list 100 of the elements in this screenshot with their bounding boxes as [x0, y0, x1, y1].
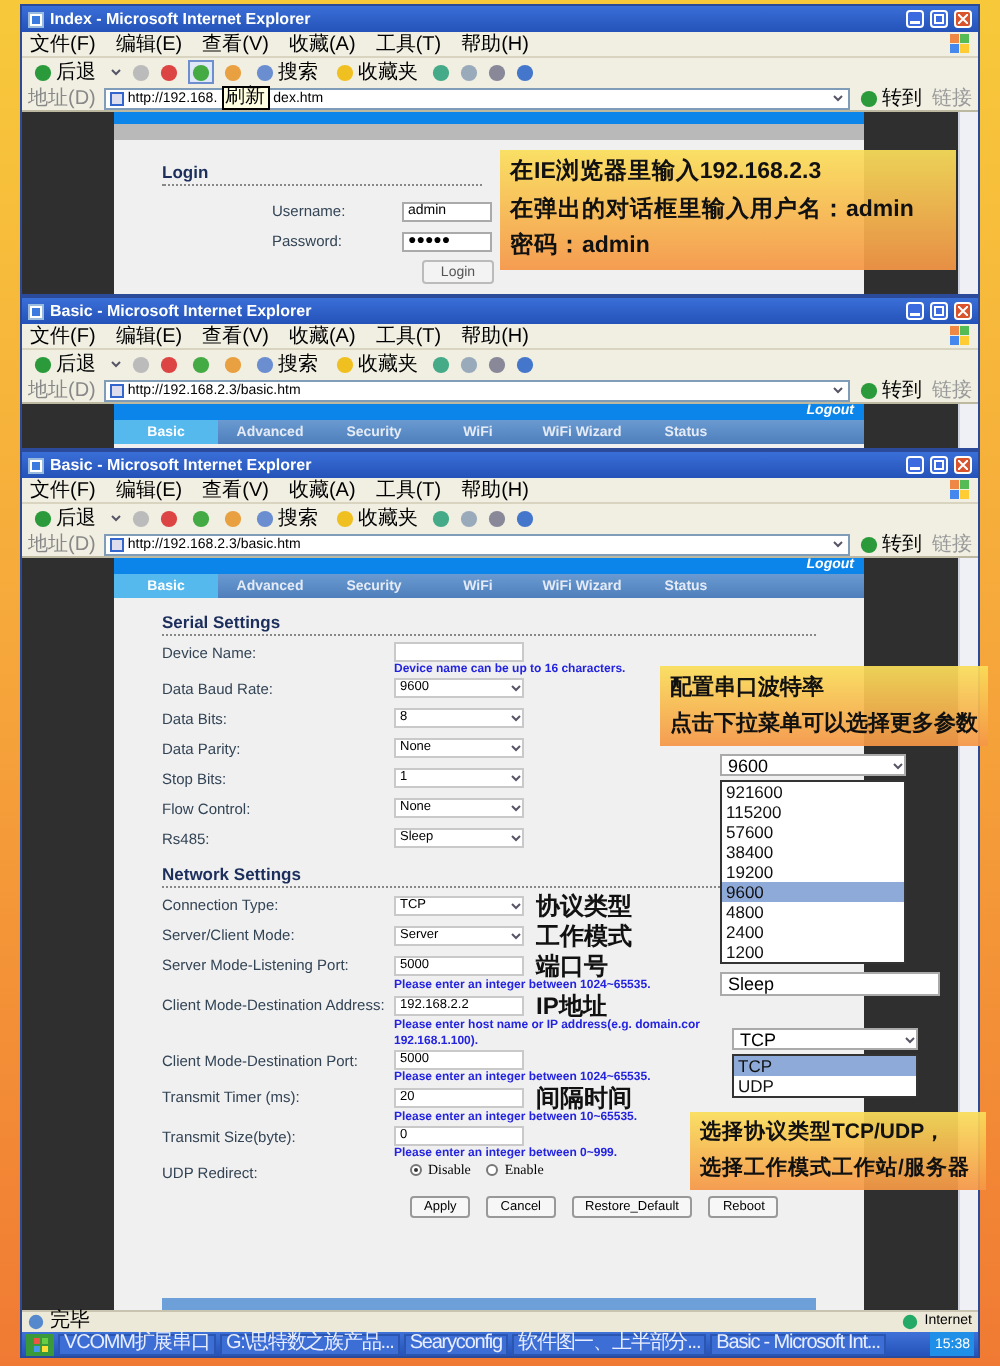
- menu-item[interactable]: 文件(F): [30, 325, 96, 347]
- caret-icon: [510, 682, 522, 694]
- windows-logo-icon: [33, 1337, 47, 1351]
- taskbar-item[interactable]: Basic - Microsoft Int...: [710, 1333, 886, 1355]
- address-label: 地址(D): [28, 379, 96, 401]
- minimize-button[interactable]: [906, 456, 924, 474]
- window-title: Index - Microsoft Internet Explorer: [50, 10, 313, 28]
- menu-item[interactable]: 编辑(E): [115, 325, 183, 347]
- select-field[interactable]: Sleep: [720, 972, 940, 996]
- dropdown-field[interactable]: TCP: [732, 1028, 918, 1050]
- refresh-button[interactable]: [188, 60, 214, 84]
- dropdown-option[interactable]: 2400: [722, 922, 904, 942]
- close-button[interactable]: [954, 10, 972, 28]
- back-button[interactable]: 后退: [30, 506, 100, 530]
- caret-icon: [904, 1033, 916, 1045]
- status-text: 完毕: [50, 1312, 90, 1332]
- go-button[interactable]: 转到: [858, 379, 924, 401]
- search-button[interactable]: 搜索: [252, 352, 322, 376]
- menu-item[interactable]: 查看(V): [202, 325, 269, 347]
- flag-logo-icon: [950, 34, 970, 54]
- search-button[interactable]: 搜索: [252, 60, 322, 84]
- maximize-icon: [934, 14, 944, 24]
- taskbar-item[interactable]: 软件图一、上半部分...: [512, 1333, 707, 1355]
- menu-item[interactable]: 收藏(A): [288, 33, 356, 55]
- caret-icon: [510, 930, 522, 942]
- annotation-text: 配置串口波特率: [670, 674, 826, 702]
- menu-item[interactable]: 查看(V): [202, 479, 269, 501]
- close-icon: [958, 460, 968, 470]
- caret-icon: [832, 92, 844, 104]
- close-icon: [958, 306, 968, 316]
- refresh-button[interactable]: [188, 506, 214, 530]
- dropdown-option[interactable]: 9600: [722, 882, 904, 902]
- caret-icon: [510, 832, 522, 844]
- annotation-label: 间隔时间: [536, 1086, 632, 1110]
- maximize-icon: [934, 306, 944, 316]
- favorites-button[interactable]: 收藏夹: [332, 352, 422, 376]
- caret-icon: [510, 742, 522, 754]
- refresh-button[interactable]: [188, 352, 214, 376]
- annotation-label: 工作模式: [536, 924, 632, 948]
- maximize-button[interactable]: [930, 10, 948, 28]
- caret-icon: [110, 512, 122, 524]
- menu-item[interactable]: 文件(F): [30, 479, 96, 501]
- annotation-text: 在弹出的对话框里输入用户名：admin: [510, 195, 916, 224]
- browser-icon: [28, 457, 44, 473]
- menu-item[interactable]: 工具(T): [375, 479, 442, 501]
- dropdown-option[interactable]: 1200: [722, 942, 904, 962]
- favorites-button[interactable]: 收藏夹: [332, 60, 422, 84]
- menu-item[interactable]: 帮助(H): [461, 325, 529, 347]
- caret-icon: [510, 900, 522, 912]
- close-button[interactable]: [954, 456, 972, 474]
- minimize-button[interactable]: [906, 10, 924, 28]
- menu-item[interactable]: 收藏(A): [288, 325, 356, 347]
- maximize-icon: [934, 460, 944, 470]
- minimize-button[interactable]: [906, 302, 924, 320]
- taskbar-item[interactable]: G:\思特数之族产品...: [219, 1333, 400, 1355]
- annotation-label: 端口号: [536, 954, 608, 978]
- close-button[interactable]: [954, 302, 972, 320]
- menu-item[interactable]: 编辑(E): [115, 33, 183, 55]
- input-field[interactable]: [394, 642, 524, 662]
- caret-icon: [510, 712, 522, 724]
- menu-item[interactable]: 帮助(H): [461, 479, 529, 501]
- menu-item[interactable]: 工具(T): [375, 325, 442, 347]
- menu-item[interactable]: 收藏(A): [288, 479, 356, 501]
- menu-item[interactable]: 帮助(H): [461, 33, 529, 55]
- caret-icon: [510, 802, 522, 814]
- caret-icon: [832, 538, 844, 550]
- flag-logo-icon: [950, 326, 970, 346]
- caret-icon: [110, 66, 122, 78]
- dropdown-option[interactable]: 4800: [722, 902, 904, 922]
- taskbar-item[interactable]: VCOMM扩展串口: [58, 1333, 216, 1355]
- annotation-text: 选择工作模式工作站/服务器: [700, 1155, 972, 1182]
- annotation-text: 点击下拉菜单可以选择更多参数: [670, 710, 978, 738]
- dropdown-option[interactable]: TCP: [734, 1056, 916, 1076]
- maximize-button[interactable]: [930, 456, 948, 474]
- annotation-text: 密码：admin: [510, 232, 652, 261]
- menu-item[interactable]: 编辑(E): [115, 479, 183, 501]
- back-button[interactable]: 后退: [30, 352, 100, 376]
- dropdown-option[interactable]: 115200: [722, 802, 904, 822]
- start-button[interactable]: [26, 1333, 54, 1355]
- menu-item[interactable]: 工具(T): [375, 33, 442, 55]
- caret-icon: [510, 772, 522, 784]
- go-button[interactable]: 转到: [858, 87, 924, 109]
- annotation-text: 选择协议类型TCP/UDP，: [700, 1120, 949, 1147]
- annotation-label: IP地址: [536, 994, 607, 1018]
- dropdown-field[interactable]: 9600: [720, 754, 906, 776]
- taskbar-item[interactable]: Searyconfig: [403, 1333, 509, 1355]
- dropdown-option[interactable]: 921600: [722, 782, 904, 802]
- menu-item[interactable]: 文件(F): [30, 33, 96, 55]
- menu-item[interactable]: 查看(V): [202, 33, 269, 55]
- window-title: Basic - Microsoft Internet Explorer: [50, 456, 314, 474]
- dropdown-option[interactable]: UDP: [734, 1076, 916, 1096]
- search-button[interactable]: 搜索: [252, 506, 322, 530]
- annotation-label: 协议类型: [536, 894, 632, 918]
- address-label: 地址(D): [28, 533, 96, 555]
- dropdown-option[interactable]: 38400: [722, 842, 904, 862]
- maximize-button[interactable]: [930, 302, 948, 320]
- dropdown-option[interactable]: 57600: [722, 822, 904, 842]
- go-button[interactable]: 转到: [858, 533, 924, 555]
- favorites-button[interactable]: 收藏夹: [332, 506, 422, 530]
- back-button[interactable]: 后退: [30, 60, 100, 84]
